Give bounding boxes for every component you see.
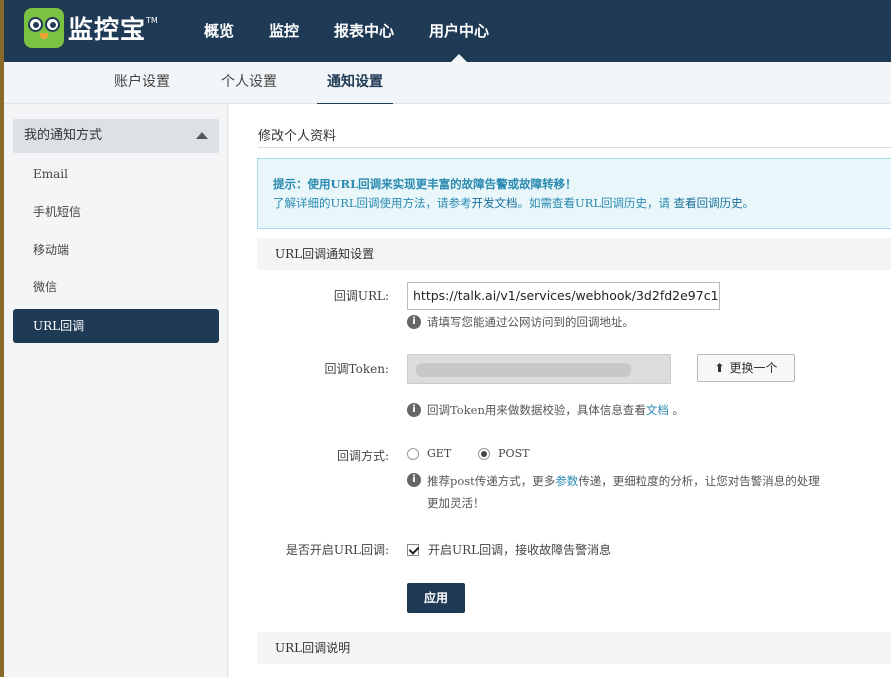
token-hint-b: 。 (668, 403, 685, 417)
info-icon: i (407, 403, 421, 417)
tip-line2: 了解详细的URL回调使用方法，请参考开发文档。如需查看URL回调历史，请 查看回… (273, 194, 891, 213)
section-header-settings: URL回调通知设置 (257, 238, 891, 270)
logo-text: 监控宝 (68, 15, 147, 44)
sidebar-item-sms[interactable]: 手机短信 (13, 195, 219, 229)
nav-monitor[interactable]: 监控 (269, 0, 299, 62)
sidebar-header-label: 我的通知方式 (24, 128, 103, 143)
nav-reports[interactable]: 报表中心 (334, 0, 394, 62)
url-hint-text: 请填写您能通过公网访问到的回调地址。 (427, 315, 634, 329)
token-hint-a: 回调Token用来做数据校验，具体信息查看 (427, 403, 646, 417)
window-edge (0, 0, 4, 677)
main-content: 修改个人资料 提示：使用URL回调来实现更丰富的故障告警或故障转移！ 了解详细的… (229, 104, 891, 677)
enable-checkbox[interactable] (407, 543, 419, 556)
tip-line1: 提示：使用URL回调来实现更丰富的故障告警或故障转移！ (273, 177, 577, 191)
sidebar-item-email[interactable]: Email (13, 157, 219, 191)
tip-text-a: 了解详细的URL回调使用方法，请参考 (273, 196, 472, 210)
sub-nav: 账户设置 个人设置 通知设置 (0, 62, 891, 106)
dev-docs-link[interactable]: 开发文档 (472, 196, 518, 210)
enable-label: 是否开启URL回调: (285, 543, 389, 557)
method-hint-a: 推荐post传递方式，更多 (427, 474, 556, 488)
section-header-description: URL回调说明 (257, 632, 891, 664)
change-token-label: 更换一个 (729, 361, 778, 375)
token-hint-text: 回调Token用来做数据校验，具体信息查看文档 。 (427, 400, 847, 420)
logo[interactable]: 监控宝 TM (24, 8, 158, 48)
radio-post[interactable] (478, 447, 491, 460)
radio-get-label: GET (427, 447, 452, 460)
tip-text-b: 。如需查看URL回调历史，请 (517, 196, 674, 210)
token-docs-link[interactable]: 文档 (646, 403, 669, 417)
title-divider (258, 147, 891, 148)
sidebar-item-mobile[interactable]: 移动端 (13, 233, 219, 267)
enable-checkbox-label: 开启URL回调，接收故障告警消息 (428, 543, 612, 557)
sidebar-item-url-callback[interactable]: URL回调 (13, 309, 219, 343)
arrow-up-icon: ⬆ (714, 361, 725, 375)
callback-history-link[interactable]: 查看回调历史 (674, 196, 743, 210)
page-title: 修改个人资料 (258, 129, 337, 144)
enable-row: 开启URL回调，接收故障告警消息 (407, 541, 611, 558)
url-hint: i 请填写您能通过公网访问到的回调地址。 (407, 312, 847, 332)
logo-trademark: TM (146, 15, 158, 25)
tab-personal-settings[interactable]: 个人设置 (221, 62, 277, 103)
info-icon: i (407, 473, 421, 487)
caret-up-icon (196, 132, 208, 139)
url-label: 回调URL: (333, 289, 389, 303)
token-field (407, 354, 671, 384)
method-hint: i 推荐post传递方式，更多参数传递，更细粒度的分析，让您对告警消息的处理更加… (407, 470, 827, 514)
main-nav: 概览 监控 报表中心 用户中心 (204, 0, 524, 62)
radio-post-label: POST (498, 447, 530, 460)
apply-button[interactable]: 应用 (407, 583, 465, 613)
nav-overview[interactable]: 概览 (204, 0, 234, 62)
method-hint-text: 推荐post传递方式，更多参数传递，更细粒度的分析，让您对告警消息的处理更加灵活… (427, 470, 827, 514)
tab-notification-settings[interactable]: 通知设置 (317, 62, 393, 106)
method-radio-group: GET POST (407, 447, 529, 460)
owl-logo-icon (24, 8, 64, 48)
nav-user-center[interactable]: 用户中心 (429, 0, 489, 62)
tab-account-settings[interactable]: 账户设置 (114, 62, 170, 103)
callback-url-input[interactable]: https://talk.ai/v1/services/webhook/3d2f… (407, 282, 720, 310)
tip-text-c: 。 (742, 196, 755, 210)
sidebar-item-wechat[interactable]: 微信 (13, 270, 219, 304)
tip-box: 提示：使用URL回调来实现更丰富的故障告警或故障转移！ 了解详细的URL回调使用… (257, 158, 891, 229)
callback-url-value: https://talk.ai/v1/services/webhook/3d2f… (413, 288, 720, 303)
top-navbar: 监控宝 TM 概览 监控 报表中心 用户中心 (0, 0, 891, 62)
radio-get[interactable] (407, 447, 419, 460)
params-link[interactable]: 参数 (555, 474, 578, 488)
sidebar-header[interactable]: 我的通知方式 (13, 119, 219, 153)
sidebar: 我的通知方式 Email 手机短信 移动端 微信 URL回调 (4, 104, 228, 677)
token-blurred-value (416, 363, 631, 377)
info-icon: i (407, 315, 421, 329)
token-label: 回调Token: (324, 362, 389, 376)
method-label: 回调方式: (336, 449, 389, 463)
token-hint: i 回调Token用来做数据校验，具体信息查看文档 。 (407, 400, 847, 420)
change-token-button[interactable]: ⬆ 更换一个 (697, 354, 795, 382)
